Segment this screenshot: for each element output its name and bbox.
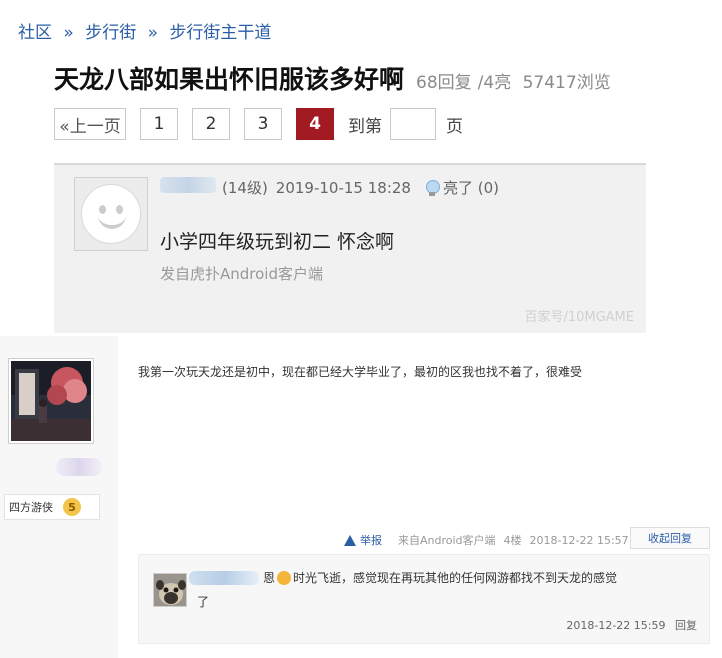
sub-reply-meta: 2018-12-22 15:59 回复: [560, 617, 697, 633]
report-button[interactable]: 举报: [344, 532, 390, 548]
user-level: (14级): [222, 179, 268, 197]
page-button-3[interactable]: 3: [244, 108, 282, 140]
quoted-post: (14级) 2019-10-15 18:28 亮了 (0) 小学四年级玩到初二 …: [54, 163, 646, 333]
sub-reply-tail: 了: [197, 595, 210, 609]
report-label: 举报: [360, 534, 382, 547]
light-count: /4亮: [477, 73, 512, 93]
user-sidebar: 四方游侠 5: [0, 336, 118, 658]
blurred-username: [160, 177, 216, 193]
post-datetime: 2019-10-15 18:28: [275, 178, 411, 197]
prev-page-button[interactable]: «上一页: [54, 108, 126, 140]
sub-reply-datetime: 2018-12-22 15:59: [566, 619, 666, 632]
floor-number: 4楼: [503, 534, 522, 547]
sub-reply: 恩 时光飞逝，感觉现在再玩其他的任何网游都找不到天龙的感觉 了 2018-12-…: [138, 554, 710, 644]
reply-source: 来自Android客户端: [398, 534, 496, 547]
sub-reply-prefix: 恩: [263, 571, 276, 585]
goto-suffix: 页: [446, 116, 463, 137]
breadcrumb-separator: »: [147, 23, 159, 43]
view-count: 57417浏览: [522, 73, 611, 93]
collapse-replies-button[interactable]: 收起回复: [630, 527, 710, 549]
breadcrumb-item-community[interactable]: 社区: [18, 23, 52, 43]
breadcrumb-item-pedestrian-street[interactable]: 步行街: [85, 23, 136, 43]
goto-page-input[interactable]: [390, 108, 436, 140]
reply-post: 四方游侠 5 我第一次玩天龙还是初中，现在都已经大学毕业了，最初的区我也找不着了…: [0, 336, 722, 658]
quoted-post-body: 小学四年级玩到初二 怀念啊: [160, 231, 395, 253]
default-avatar-icon: [81, 184, 141, 244]
sub-reply-main: 时光飞逝，感觉现在再玩其他的任何网游都找不到天龙的感觉: [293, 571, 618, 585]
reply-actions: 举报 来自Android客户端 4楼 2018-12-22 15:57: [344, 532, 637, 548]
page-title: 天龙八部如果出怀旧服该多好啊: [54, 65, 405, 94]
page-button-current[interactable]: 4: [296, 108, 334, 140]
thread-header: 天龙八部如果出怀旧服该多好啊 68回复/4亮 57417浏览: [54, 60, 617, 96]
breadcrumb: 社区 » 步行街 » 步行街主干道: [18, 18, 271, 43]
blurred-username: [56, 458, 102, 476]
pug-avatar-icon: [154, 574, 186, 606]
page-button-2[interactable]: 2: [192, 108, 230, 140]
breadcrumb-separator: »: [63, 23, 74, 43]
sub-reply-text: 恩 时光飞逝，感觉现在再玩其他的任何网游都找不到天龙的感觉: [263, 569, 617, 586]
quoted-post-meta: (14级) 2019-10-15 18:28 亮了 (0): [222, 177, 507, 198]
reply-datetime: 2018-12-22 15:57: [529, 533, 629, 547]
quoted-post-source: 发自虎扑Android客户端: [160, 265, 323, 283]
sub-reply-button[interactable]: 回复: [675, 619, 697, 632]
blurred-username: [189, 571, 259, 585]
smile-emoji-icon: [277, 570, 292, 585]
lightbulb-icon[interactable]: [425, 179, 440, 196]
anime-avatar-icon: [11, 361, 91, 441]
light-button[interactable]: 亮了 (0): [443, 177, 499, 198]
level-badge-icon: 5: [63, 498, 81, 516]
page-button-1[interactable]: 1: [140, 108, 178, 140]
breadcrumb-item-main-road[interactable]: 步行街主干道: [169, 23, 271, 43]
reply-username: 四方游侠: [9, 501, 53, 514]
avatar[interactable]: [153, 573, 187, 607]
reply-body: 我第一次玩天龙还是初中，现在都已经大学毕业了，最初的区我也找不着了，很难受: [138, 365, 583, 379]
avatar[interactable]: [8, 358, 94, 444]
reply-count: 68回复: [416, 73, 472, 93]
avatar[interactable]: [74, 177, 148, 251]
pagination: «上一页 1 2 3 4 到第 页: [54, 108, 463, 140]
thread-stats: 68回复/4亮 57417浏览: [416, 68, 617, 93]
goto-label: 到第: [348, 116, 382, 137]
warning-triangle-icon: [344, 534, 356, 546]
user-badge[interactable]: 四方游侠 5: [4, 494, 100, 520]
watermark: 百家号/10MGAME: [524, 310, 634, 325]
